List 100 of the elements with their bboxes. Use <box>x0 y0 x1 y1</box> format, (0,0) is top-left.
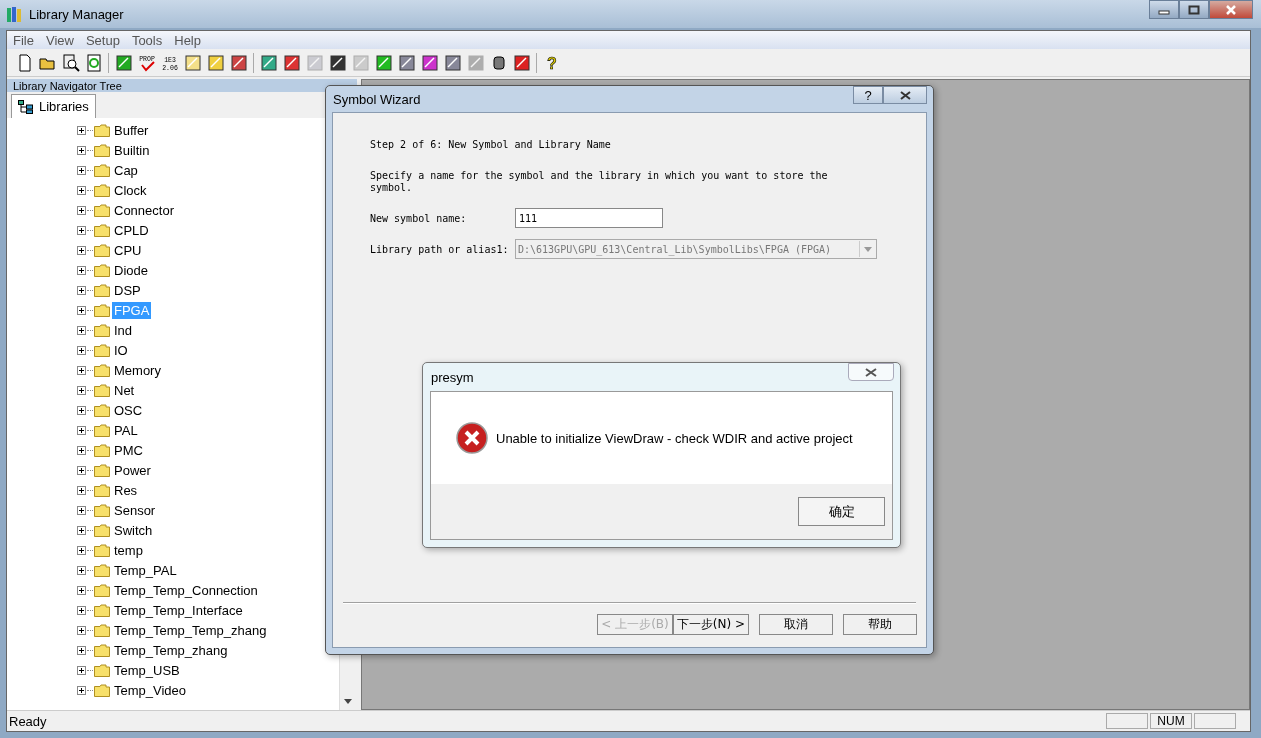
tree-item[interactable]: Temp_Temp_Temp_zhang <box>112 621 269 639</box>
menu-item[interactable]: File <box>9 31 42 49</box>
libraries-tab[interactable]: Libraries <box>11 94 96 118</box>
tree-item[interactable]: Clock <box>112 181 149 199</box>
books-icon <box>6 5 24 23</box>
tree-item[interactable]: Buffer <box>112 121 151 139</box>
tree-item[interactable]: Net <box>112 381 137 399</box>
expander-icon[interactable] <box>77 485 86 495</box>
help-button[interactable]: ? <box>853 86 883 104</box>
menu-item[interactable]: Setup <box>81 31 128 49</box>
tree-item[interactable]: Cap <box>112 161 140 179</box>
maximize-button[interactable] <box>1179 0 1209 19</box>
tree-item[interactable]: Temp_Temp_zhang <box>112 641 230 659</box>
expander-icon[interactable] <box>77 365 86 375</box>
tree-item[interactable]: Builtin <box>112 141 152 159</box>
expander-icon[interactable] <box>77 385 86 395</box>
wizard-button[interactable]: 下一步(N) > <box>672 614 749 635</box>
expander-icon[interactable] <box>77 225 86 235</box>
tree-item[interactable]: Memory <box>112 361 163 379</box>
expander-icon[interactable] <box>77 165 86 175</box>
tree-item[interactable]: IO <box>112 341 130 359</box>
status-pane <box>1194 713 1236 729</box>
menu-item[interactable]: Tools <box>127 31 171 49</box>
close-button[interactable] <box>1209 0 1253 19</box>
tree-item[interactable]: DSP <box>112 281 143 299</box>
wizard-button[interactable]: 取消 <box>759 614 833 635</box>
tree-item[interactable]: CPLD <box>112 221 151 239</box>
folder-icon <box>94 663 110 677</box>
expander-icon[interactable] <box>77 605 86 615</box>
expander-icon[interactable] <box>77 305 86 315</box>
expander-icon[interactable] <box>77 145 86 155</box>
close-button[interactable] <box>883 86 927 104</box>
expander-icon[interactable] <box>77 265 86 275</box>
status-indicator: NUM <box>1150 713 1192 729</box>
folder-icon <box>94 383 110 397</box>
tree-item[interactable]: CPU <box>112 241 144 259</box>
expander-icon[interactable] <box>77 465 86 475</box>
folder-icon <box>94 623 110 637</box>
field-label: New symbol name: <box>370 212 468 224</box>
expander-icon[interactable] <box>77 645 86 655</box>
tree-item[interactable]: temp <box>112 541 145 559</box>
expander-icon[interactable] <box>77 185 86 195</box>
tree-item[interactable]: Temp_Video <box>112 681 189 699</box>
expander-icon[interactable] <box>77 285 86 295</box>
expander-icon[interactable] <box>77 525 86 535</box>
refresh-icon <box>84 53 103 72</box>
step-heading: Step 2 of 6: New Symbol and Library Name <box>370 139 612 150</box>
expander-icon[interactable] <box>77 445 86 455</box>
status-text: Ready <box>9 713 48 729</box>
expander-icon[interactable] <box>77 625 86 635</box>
panel-title: Library Navigator Tree <box>13 79 122 92</box>
tree-item[interactable]: Temp_PAL <box>112 561 179 579</box>
expander-icon[interactable] <box>77 125 86 135</box>
expander-icon[interactable] <box>77 405 86 415</box>
folder-icon <box>94 483 110 497</box>
folder-icon <box>94 283 110 297</box>
symbol-name-field[interactable]: 111 <box>515 208 663 228</box>
tree-item[interactable]: Power <box>112 461 153 479</box>
tree-item[interactable]: PAL <box>112 421 140 439</box>
expander-icon[interactable] <box>77 245 86 255</box>
folder-icon <box>94 163 110 177</box>
tree-item[interactable]: Ind <box>112 321 135 339</box>
menu-item[interactable]: View <box>41 31 82 49</box>
folder-icon <box>94 463 110 477</box>
expander-icon[interactable] <box>77 325 86 335</box>
tree-item[interactable]: PMC <box>112 441 145 459</box>
expander-icon[interactable] <box>77 665 86 675</box>
folder-icon <box>94 603 110 617</box>
expander-icon[interactable] <box>77 565 86 575</box>
tree-item[interactable]: Sensor <box>112 501 158 519</box>
folder-icon <box>94 323 110 337</box>
expander-icon[interactable] <box>77 345 86 355</box>
error-message: Unable to initialize ViewDraw - check WDIR and active project <box>496 430 853 446</box>
tree-item[interactable]: Res <box>112 481 140 499</box>
tree-item[interactable]: Diode <box>112 261 150 279</box>
expander-icon[interactable] <box>77 685 86 695</box>
library-path-dropdown[interactable]: D:\613GPU\GPU_613\Central_Lib\SymbolLibs\FPGA (FPGA) <box>515 239 877 259</box>
tree-item[interactable]: Temp_USB <box>112 661 182 679</box>
tree-item[interactable]: Switch <box>112 521 155 539</box>
menu-item[interactable]: Help <box>170 31 209 49</box>
tree-item[interactable]: Temp_Temp_Interface <box>112 601 245 619</box>
folder-icon <box>94 203 110 217</box>
expander-icon[interactable] <box>77 425 86 435</box>
error-icon <box>456 422 488 454</box>
tree-item[interactable]: Temp_Temp_Connection <box>112 581 260 599</box>
close-button[interactable] <box>848 363 894 381</box>
step-description: Specify a name for the symbol and the library in which you want to store the symbol. <box>370 170 829 194</box>
expander-icon[interactable] <box>77 585 86 595</box>
tree-item[interactable]: OSC <box>112 401 145 419</box>
wizard-button[interactable]: 帮助 <box>843 614 917 635</box>
window-title: Library Manager <box>29 6 124 22</box>
expander-icon[interactable] <box>77 205 86 215</box>
scroll-down-icon <box>344 699 352 704</box>
expander-icon[interactable] <box>77 545 86 555</box>
maximize-icon <box>1188 4 1200 15</box>
expander-icon[interactable] <box>77 505 86 515</box>
ok-button[interactable]: 确定 <box>798 497 885 526</box>
tree-item[interactable]: Connector <box>112 201 176 219</box>
folder-icon <box>94 683 110 697</box>
folder-icon <box>94 263 110 277</box>
